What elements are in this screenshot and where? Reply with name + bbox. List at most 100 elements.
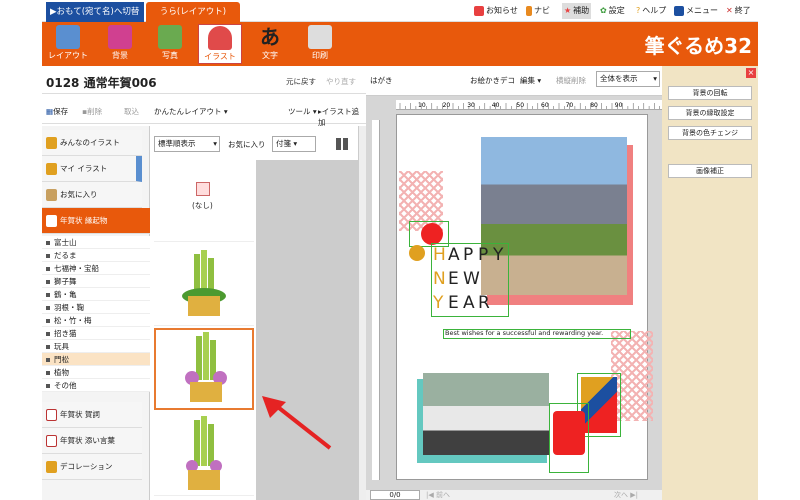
menu-icon [674, 6, 684, 16]
help-button[interactable]: ? ヘルプ [636, 3, 666, 19]
sub-item-crane-turtle[interactable]: 鶴・亀 [42, 288, 150, 301]
prev-page-button[interactable]: |◀ 前へ [426, 490, 450, 500]
illust-list: (なし) [152, 160, 256, 500]
sort-select[interactable]: 標準順表示 ▾ [154, 136, 220, 152]
sub-item-plants[interactable]: 植物 [42, 366, 150, 379]
ribbon-illust-button[interactable]: イラスト [198, 24, 242, 64]
next-page-button[interactable]: 次へ ▶| [614, 490, 638, 500]
red-ornament-illust [553, 411, 585, 455]
image-correct-button[interactable]: 画像補正 [668, 164, 752, 178]
redo-button[interactable]: やり直す [326, 76, 356, 87]
text-icon: あ [260, 25, 280, 49]
sub-item-other[interactable]: その他 [42, 379, 150, 392]
paper-label: はがき [370, 76, 393, 85]
ribbon-photo-button[interactable]: 写真 [148, 24, 192, 64]
folder-icon [46, 461, 57, 473]
ribbon-print-button[interactable]: 印刷 [298, 24, 342, 64]
canvas-toolbar: はがき お絵かきデコ 編集 ▾ 横縦削除 全体を表示 ▾ [366, 66, 662, 96]
sub-item-shochikubai[interactable]: 松・竹・梅 [42, 314, 150, 327]
nav-item-everyone-illust[interactable]: みんなのイラスト [42, 130, 142, 156]
bg-border-button[interactable]: 背景の縁取設定 [668, 106, 752, 120]
illust-scrollbar[interactable] [358, 126, 366, 500]
ribbon-layout-button[interactable]: レイアウト [46, 24, 90, 64]
nav-item-my-illust[interactable]: マイ イラスト [42, 156, 142, 182]
illust-kadomatsu-1[interactable] [154, 244, 254, 326]
settings-button[interactable]: ✿ 設定 [600, 3, 625, 19]
postcard-canvas[interactable]: H A P P Y N E W Y E A R Best wishes for … [396, 114, 653, 480]
sub-item-toys[interactable]: 玩具 [42, 340, 150, 353]
ruler-label: 70 [566, 102, 574, 109]
easy-layout-button[interactable]: かんたんレイアウト ▾ [154, 106, 228, 117]
right-panel: × 背景の回転 背景の縁取設定 背景の色チェンジ 画像補正 [662, 66, 758, 500]
nav-item-newyear-words[interactable]: 年賀状 添い言葉 [42, 428, 142, 454]
greeting-text: Best wishes for a successful and rewardi… [445, 329, 604, 337]
illust-none[interactable]: (なし) [154, 160, 254, 242]
ribbon-text-button[interactable]: あ文字 [248, 24, 292, 64]
view-select[interactable]: 全体を表示 ▾ [596, 71, 660, 87]
bg-color-button[interactable]: 背景の色チェンジ [668, 126, 752, 140]
background-icon [108, 25, 132, 49]
ribbon: レイアウト 背景 写真 イラスト あ文字 印刷 筆ぐるめ32 [42, 22, 758, 66]
folder-icon [46, 163, 57, 175]
navi-icon [526, 6, 532, 16]
ruler-label: 60 [541, 102, 549, 109]
assist-button[interactable]: ★ 補助 [562, 3, 592, 19]
bulk-delete-button[interactable]: 横縦削除 [556, 75, 586, 86]
none-icon [196, 182, 210, 196]
notice-icon [474, 6, 484, 16]
save-button[interactable]: ▦保存 [46, 106, 68, 117]
nav-item-newyear-lucky[interactable]: 年賀状 縁起物 [42, 208, 150, 234]
ribbon-background-button[interactable]: 背景 [98, 24, 142, 64]
nav-item-favorites[interactable]: お気に入り [42, 182, 142, 208]
help-icon: ? [636, 6, 641, 15]
kadomatsu-image [186, 416, 222, 490]
import-button[interactable]: 取込 [124, 106, 139, 117]
illust-kadomatsu-2[interactable] [154, 328, 254, 410]
close-icon[interactable]: × [746, 68, 756, 78]
plum-flower-icon [409, 245, 425, 261]
chevron-down-icon: ▾ [213, 139, 217, 148]
add-illust-button[interactable]: ▸イラスト追加 [318, 106, 366, 128]
category-nav: みんなのイラスト マイ イラスト お気に入り 年賀状 縁起物 富士山 だるま 七… [42, 126, 150, 500]
navi-button[interactable]: ナビ [526, 3, 550, 19]
tools-button[interactable]: ツール ▾ [288, 106, 317, 117]
nav-item-newyear-greeting[interactable]: 年賀状 賀詞 [42, 402, 142, 428]
illust-panel: 標準順表示 ▾ お気に入り 付箋 ▾ (なし) [150, 126, 366, 500]
sub-item-daruma[interactable]: だるま [42, 249, 150, 262]
sub-item-maneki-neko[interactable]: 招き猫 [42, 327, 150, 340]
sub-item-kadomatsu[interactable]: 門松 [42, 353, 150, 366]
front-side-tab[interactable]: ▶おもて(宛て名)へ切替 [46, 2, 144, 22]
edit-button[interactable]: 編集 ▾ [520, 75, 541, 86]
wedding-photo [423, 373, 549, 455]
grid-view-icon[interactable] [336, 138, 348, 150]
illust-kadomatsu-3[interactable] [154, 414, 254, 496]
folder-icon [46, 189, 57, 201]
sub-item-shishimai[interactable]: 獅子舞 [42, 275, 150, 288]
ruler-label: 80 [590, 102, 598, 109]
kadomatsu-image [182, 250, 226, 316]
folder-icon [46, 137, 57, 149]
notice-button[interactable]: お知らせ [474, 3, 518, 19]
nav-item-decoration[interactable]: デコレーション [42, 454, 142, 480]
delete-button[interactable]: ▪削除 [82, 106, 102, 117]
deco-button[interactable]: お絵かきデコ [470, 75, 515, 86]
sub-item-shichifukujin[interactable]: 七福神・宝船 [42, 262, 150, 275]
sub-item-fuji[interactable]: 富士山 [42, 236, 150, 249]
back-side-tab[interactable]: うら(レイアウト) [146, 2, 240, 22]
canvas-area: はがき お絵かきデコ 編集 ▾ 横縦削除 全体を表示 ▾ 10 20 30 40 50 60… [366, 66, 662, 500]
sub-item-hane-mari[interactable]: 羽根・鞠 [42, 301, 150, 314]
sort-row: 標準順表示 ▾ お気に入り 付箋 ▾ [150, 136, 366, 154]
ruler-label: 20 [443, 102, 451, 109]
title-row: 0128 通常年賀006 元に戻す やり直す [42, 66, 366, 94]
page-nav-bar: 0/0 |◀ 前へ 次へ ▶| [366, 490, 662, 500]
layout-icon [56, 25, 80, 49]
fav-select[interactable]: 付箋 ▾ [272, 136, 316, 152]
pointer-arrow-icon [262, 396, 332, 450]
greeting-icon [46, 409, 57, 421]
exit-button[interactable]: ✕ 終了 [726, 3, 751, 19]
close-icon: ✕ [726, 6, 733, 15]
undo-button[interactable]: 元に戻す [286, 76, 316, 87]
bg-rotate-button[interactable]: 背景の回転 [668, 86, 752, 100]
top-bar: ▶おもて(宛て名)へ切替 うら(レイアウト) お知らせ ナビ ★ 補助 ✿ 設定 ?… [42, 0, 758, 22]
menu-button[interactable]: メニュー [674, 3, 718, 19]
